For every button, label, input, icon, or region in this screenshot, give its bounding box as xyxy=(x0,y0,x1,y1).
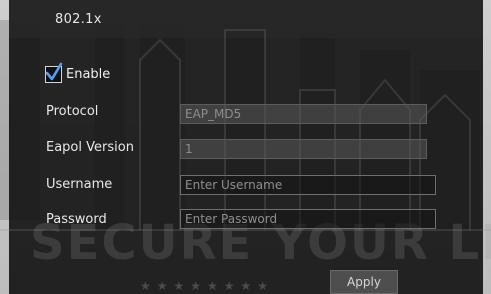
password-label: Password xyxy=(46,212,107,227)
protocol-field xyxy=(180,104,427,124)
username-input[interactable] xyxy=(180,175,436,195)
checkmark-icon xyxy=(45,62,63,81)
apply-button[interactable]: Apply xyxy=(330,270,398,294)
eapol-version-field xyxy=(180,139,427,159)
enable-label: Enable xyxy=(66,67,111,82)
screen: 802.1x SECURE YOUR LI ★★★★★★★★ Enable Pr… xyxy=(0,0,491,294)
username-label: Username xyxy=(46,177,113,192)
eapol-version-label: Eapol Version xyxy=(46,140,134,155)
background-stars-decoration: ★★★★★★★★ xyxy=(140,279,275,293)
password-input[interactable] xyxy=(180,209,436,229)
enable-checkbox[interactable] xyxy=(45,62,63,83)
protocol-label: Protocol xyxy=(46,104,99,119)
